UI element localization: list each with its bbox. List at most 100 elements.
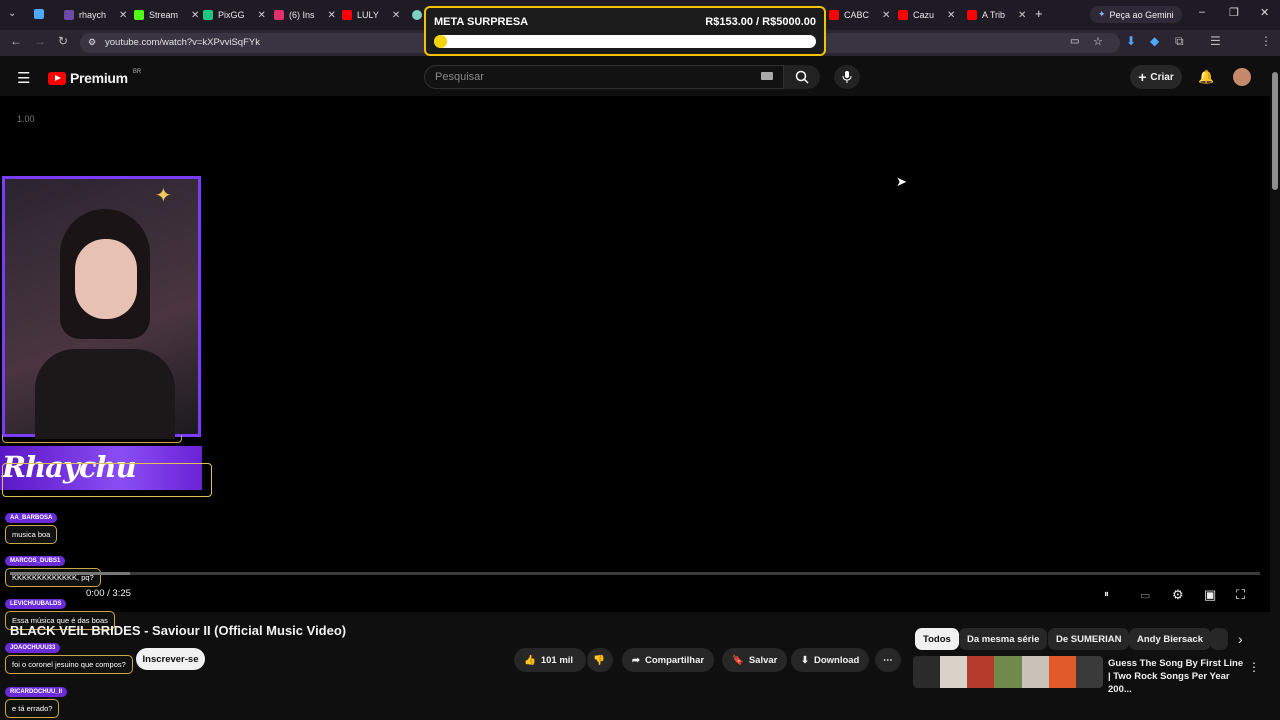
more-actions-button[interactable]: ⋯ <box>875 648 901 672</box>
tab-favicon-icon <box>203 10 213 20</box>
chat-username: JOAOCHUUU33 <box>5 643 61 653</box>
close-tab-icon[interactable]: ✕ <box>191 10 199 21</box>
close-window-icon[interactable]: ✕ <box>1260 6 1269 19</box>
playback-speed-readout: 1.00 <box>17 114 35 124</box>
close-tab-icon[interactable]: ✕ <box>328 10 336 21</box>
like-button[interactable]: 👍 101 mil <box>514 648 586 672</box>
tab-loading[interactable] <box>412 6 422 24</box>
close-tab-icon[interactable]: ✕ <box>119 10 127 21</box>
chat-username: LEVICHUUBALDS <box>5 599 67 609</box>
tab-rhaychu[interactable]: rhaych ✕ <box>64 6 127 24</box>
more-icon: ⋯ <box>883 654 893 666</box>
subtitles-icon[interactable]: ▭ <box>1140 589 1150 602</box>
chat-username: MARCOS_DUBS1 <box>5 556 66 566</box>
notifications-bell-icon[interactable]: 🔔 <box>1198 69 1214 85</box>
tab-label: Stream <box>149 10 179 20</box>
save-button[interactable]: 🔖 Salvar <box>722 648 788 672</box>
tab-favicon-icon <box>342 10 352 20</box>
tab-search-chevron-icon[interactable]: ⌄ <box>8 8 16 19</box>
chat-username: AA_BARBOSA <box>5 513 58 523</box>
reload-icon[interactable]: ↻ <box>58 34 68 48</box>
fullscreen-icon[interactable]: ⛶ <box>1236 587 1245 603</box>
goal-progress-bar <box>434 35 816 48</box>
cast-icon[interactable]: ▭ <box>1070 36 1079 47</box>
chevron-right-icon[interactable]: › <box>1238 631 1243 647</box>
gemini-button[interactable]: ✦ Peça ao Gemini <box>1090 6 1182 23</box>
chat-message: JOAOCHUUU33 foi o coronel jesuino que co… <box>5 636 133 674</box>
tab-instagram[interactable]: (6) Ins ✕ <box>274 6 336 24</box>
download-label: Download <box>813 654 860 666</box>
autoplay-toggle-icon[interactable]: ⏸ <box>1104 589 1109 600</box>
new-tab-button[interactable]: + <box>1035 6 1043 21</box>
video-title: BLACK VEIL BRIDES - Saviour II (Official… <box>10 623 347 638</box>
forward-icon[interactable]: → <box>34 34 46 48</box>
chip-overflow[interactable] <box>1210 628 1228 650</box>
chip-andy-biersack[interactable]: Andy Biersack <box>1129 628 1212 650</box>
create-button[interactable]: + Criar <box>1130 65 1182 89</box>
chat-message: MARCOS_DUBS1 KKKKKKKKKKKKK, pq? <box>5 549 101 587</box>
close-tab-icon[interactable]: ✕ <box>882 10 890 21</box>
keyboard-icon[interactable] <box>761 72 773 80</box>
extension-gem-icon[interactable]: ◆ <box>1150 34 1159 48</box>
donation-goal-widget: META SURPRESA R$153.00 / R$5000.00 <box>424 6 826 56</box>
pinned-tab-icon[interactable] <box>34 9 44 19</box>
recommendation-title[interactable]: Guess The Song By First Line | Two Rock … <box>1108 657 1248 696</box>
download-icon: ⬇ <box>801 654 809 666</box>
save-label: Salvar <box>748 654 778 666</box>
browser-menu-icon[interactable]: ⋮ <box>1260 34 1272 48</box>
tab-luly[interactable]: LULY ✕ <box>342 6 400 24</box>
share-icon: ➦ <box>632 654 640 666</box>
restore-icon[interactable]: ❐ <box>1229 6 1239 19</box>
bookmark-star-icon[interactable]: ☆ <box>1093 35 1103 48</box>
tab-cabc[interactable]: CABC ✕ <box>829 6 890 24</box>
sparkle-icon: ✦ <box>155 185 172 207</box>
extensions-puzzle-icon[interactable]: ⧉ <box>1175 34 1184 49</box>
tab-favicon-icon <box>274 10 284 20</box>
tab-cazu[interactable]: Cazu ✕ <box>898 6 955 24</box>
tab-pixgg[interactable]: PixGG ✕ <box>203 6 266 24</box>
tab-list-icon[interactable]: ☰ <box>1210 34 1221 48</box>
chat-text: KKKKKKKKKKKKK, pq? <box>5 568 101 587</box>
recommendation-thumbnail[interactable] <box>913 656 1103 688</box>
close-tab-icon[interactable]: ✕ <box>1018 10 1026 21</box>
back-icon[interactable]: ← <box>10 34 22 48</box>
chat-text: musica boa <box>5 525 58 544</box>
tab-favicon-icon <box>829 10 839 20</box>
streamer-face <box>75 239 137 319</box>
goal-progress-fill <box>434 35 448 48</box>
account-avatar[interactable] <box>1233 68 1251 86</box>
tab-favicon-icon <box>64 10 74 20</box>
goal-title: META SURPRESA <box>434 16 529 28</box>
create-label: Criar <box>1150 71 1174 83</box>
tab-stream[interactable]: Stream ✕ <box>134 6 199 24</box>
chip-all[interactable]: Todos <box>915 628 959 650</box>
site-info-icon[interactable]: ⚙ <box>88 37 96 48</box>
share-button[interactable]: ➦ Compartilhar <box>622 648 715 672</box>
extension-download-icon[interactable]: ⬇ <box>1126 34 1136 48</box>
search-icon <box>795 70 809 84</box>
chip-same-series[interactable]: Da mesma série <box>959 628 1048 650</box>
search-button[interactable] <box>784 65 820 89</box>
menu-icon[interactable]: ☰ <box>17 69 30 87</box>
close-tab-icon[interactable]: ✕ <box>258 10 266 21</box>
close-tab-icon[interactable]: ✕ <box>392 10 400 21</box>
subscribe-button[interactable]: Inscrever-se <box>136 648 205 670</box>
search-input[interactable]: Pesquisar <box>424 65 784 89</box>
tab-a-tribo[interactable]: A Trib ✕ <box>967 6 1026 24</box>
download-button[interactable]: ⬇ Download <box>791 648 870 672</box>
theater-mode-icon[interactable]: ▣ <box>1204 587 1216 603</box>
chat-text: e tá errado? <box>5 699 60 718</box>
youtube-play-icon <box>48 71 66 85</box>
close-tab-icon[interactable]: ✕ <box>947 10 955 21</box>
video-progress-bar[interactable] <box>10 572 1260 575</box>
minimize-icon[interactable]: – <box>1199 6 1205 18</box>
recommendation-menu-icon[interactable]: ⋮ <box>1248 660 1260 674</box>
gemini-label: Peça ao Gemini <box>1109 9 1174 20</box>
settings-gear-icon[interactable]: ⚙ <box>1172 587 1184 603</box>
dislike-button[interactable]: 👎 <box>587 648 613 672</box>
goal-value: R$153.00 / R$5000.00 <box>705 16 816 28</box>
scrollbar-thumb[interactable] <box>1272 72 1278 190</box>
voice-search-button[interactable] <box>834 65 860 89</box>
youtube-logo[interactable]: Premium BR <box>48 69 141 86</box>
chip-sumerian[interactable]: De SUMERIAN <box>1048 628 1130 650</box>
